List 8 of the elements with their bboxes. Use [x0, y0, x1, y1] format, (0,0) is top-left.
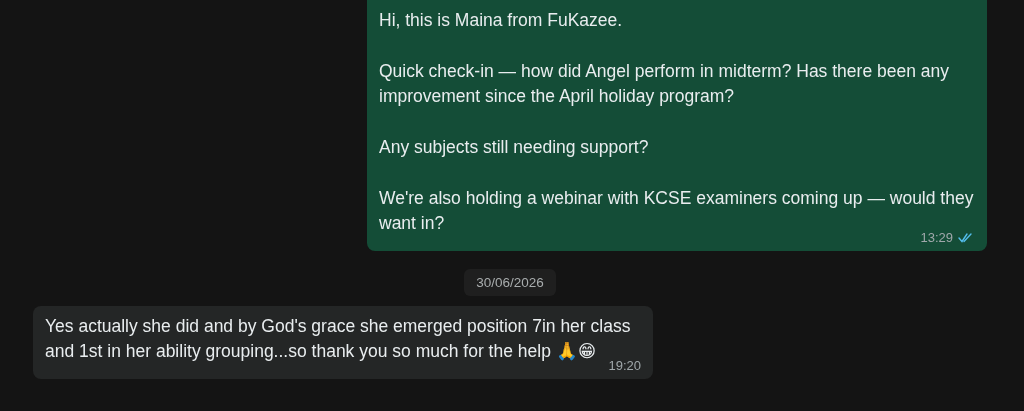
- message-text: Yes actually she did and by God's grace she emerged position 7in her class and 1st in her ability grouping...so thank you so much for the help 🙏😁: [45, 315, 632, 361]
- date-label: 30/06/2026: [464, 269, 556, 296]
- message-text: Any subjects still needing support?: [379, 136, 650, 159]
- message-text: We're also holding a webinar with KCSE examiners coming up — would they want in?: [379, 187, 975, 233]
- message-time: 19:20: [608, 358, 641, 373]
- message-text: Quick check-in — how did Angel perform in midterm? Has there been any improvement since the April holiday program?: [379, 60, 950, 108]
- message-text: Hi, this is Maina from FuKazee.: [379, 9, 624, 32]
- message-time: 13:29: [920, 230, 953, 245]
